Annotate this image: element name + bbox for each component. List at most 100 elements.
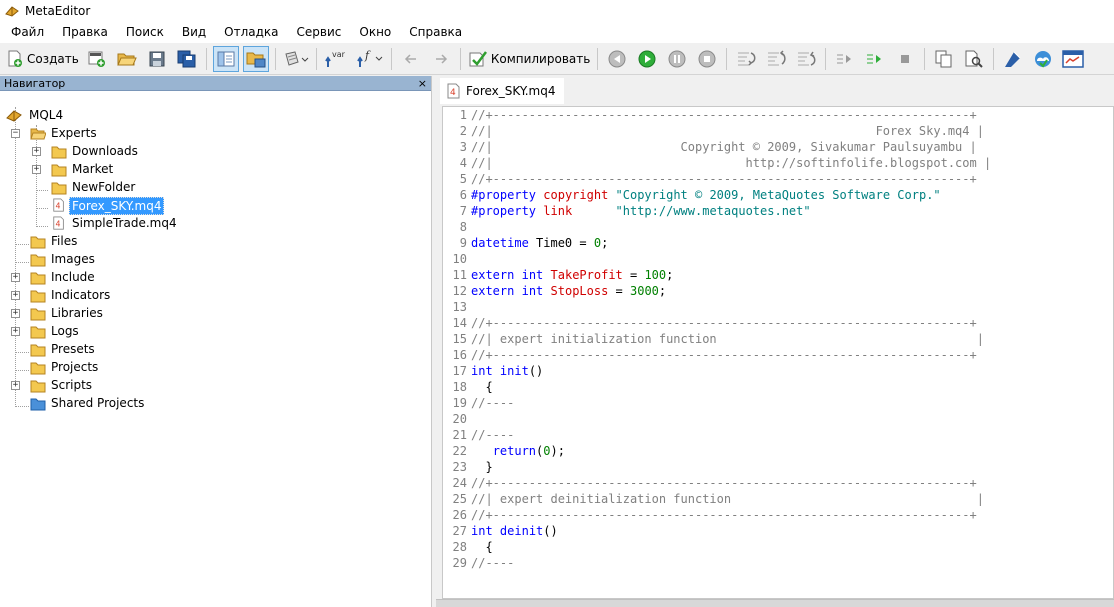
insert-function-button[interactable]: f — [353, 46, 385, 72]
styler-button[interactable] — [282, 46, 310, 72]
compile-button[interactable]: Компилировать — [467, 46, 591, 72]
tree-file-forex-sky[interactable]: 4 Forex_SKY.mq4 — [0, 197, 300, 215]
menu-window[interactable]: Окно — [350, 22, 400, 43]
code-line[interactable]: 20 — [443, 411, 1113, 427]
mql5-community-button[interactable] — [1000, 46, 1026, 72]
code-line[interactable]: 16 //+-----------------------------------… — [443, 347, 1113, 363]
tree-folder-presets[interactable]: Presets — [0, 341, 300, 359]
forward-button[interactable] — [428, 46, 454, 72]
code-line[interactable]: 22 return(0); — [443, 443, 1113, 459]
tree-folder-files[interactable]: Files — [0, 233, 300, 251]
tree-expand-toggle[interactable]: + — [11, 381, 20, 390]
stop-square-icon — [901, 54, 910, 63]
code-line[interactable]: 12 extern int StopLoss = 3000; — [443, 283, 1113, 299]
toggle-toolbox-button[interactable] — [242, 45, 269, 72]
code-line[interactable]: 13 — [443, 299, 1113, 315]
code-line[interactable]: 5 //+------------------------------------… — [443, 171, 1113, 187]
tree-expand-toggle[interactable]: + — [11, 327, 20, 336]
copy-button[interactable] — [931, 46, 957, 72]
tree-folder-newfolder[interactable]: NewFolder — [0, 179, 300, 197]
tree-folder-indicators[interactable]: + Indicators — [0, 287, 300, 305]
line-number: 1 — [459, 108, 467, 122]
tree-expand-toggle[interactable]: + — [32, 147, 41, 156]
tree-folder-images[interactable]: Images — [0, 251, 300, 269]
code-line[interactable]: 7 #property link "http://www.metaquotes.n… — [443, 203, 1113, 219]
tree-folder-experts[interactable]: − Experts — [0, 125, 300, 143]
tree-folder-scripts[interactable]: + Scripts — [0, 377, 300, 395]
storage-button[interactable] — [1030, 46, 1056, 72]
code-line[interactable]: 8 — [443, 219, 1113, 235]
menu-file[interactable]: Файл — [2, 22, 53, 43]
tree-root-mql4[interactable]: MQL4 — [0, 107, 300, 125]
code-line[interactable]: 11 extern int TakeProfit = 100; — [443, 267, 1113, 283]
breakpoint-button[interactable] — [892, 46, 918, 72]
code-line[interactable]: 27 int deinit() — [443, 523, 1113, 539]
tree-expand-toggle[interactable]: + — [32, 165, 41, 174]
line-number: 16 — [452, 348, 467, 362]
code-line[interactable]: 18 { — [443, 379, 1113, 395]
code-editor[interactable]: 1 //+------------------------------------… — [442, 106, 1114, 599]
tree-expand-toggle[interactable]: + — [11, 309, 20, 318]
code-line[interactable]: 1 //+------------------------------------… — [443, 107, 1113, 123]
menu-debug[interactable]: Отладка — [215, 22, 287, 43]
menu-search[interactable]: Поиск — [117, 22, 173, 43]
run-to-cursor-button[interactable] — [832, 46, 858, 72]
menu-view[interactable]: Вид — [173, 22, 215, 43]
stop-button[interactable] — [694, 46, 720, 72]
toolbar-separator — [315, 47, 317, 70]
back-button[interactable] — [398, 46, 424, 72]
code-line[interactable]: 2 //| Forex Sky.mq4 | — [443, 123, 1113, 139]
code-line[interactable]: 25 //| expert deinitialization function | — [443, 491, 1113, 507]
menu-tools[interactable]: Сервис — [288, 22, 351, 43]
open-button[interactable] — [114, 46, 140, 72]
tree-folder-include[interactable]: + Include — [0, 269, 300, 287]
code-line[interactable]: 9 datetime Time0 = 0; — [443, 235, 1113, 251]
preview-button[interactable] — [961, 46, 987, 72]
step-over-button[interactable] — [763, 46, 789, 72]
tree-folder-downloads[interactable]: + Downloads — [0, 143, 300, 161]
step-out-button[interactable] — [793, 46, 819, 72]
continue-button[interactable] — [862, 46, 888, 72]
code-line[interactable]: 15 //| expert initialization function | — [443, 331, 1113, 347]
code-line[interactable]: 26 //+-----------------------------------… — [443, 507, 1113, 523]
tree-expand-toggle[interactable]: + — [11, 273, 20, 282]
save-all-button[interactable] — [174, 46, 200, 72]
code-line[interactable]: 10 — [443, 251, 1113, 267]
editor-bottom-scrollbar[interactable] — [436, 599, 1114, 607]
code-line[interactable]: 28 { — [443, 539, 1113, 555]
tree-folder-projects[interactable]: Projects — [0, 359, 300, 377]
tree-folder-shared-projects[interactable]: Shared Projects — [0, 395, 300, 413]
code-line[interactable]: 19 //---- — [443, 395, 1113, 411]
tree-folder-market[interactable]: + Market — [0, 161, 300, 179]
pause-button[interactable] — [664, 46, 690, 72]
code-line[interactable]: 21 //---- — [443, 427, 1113, 443]
line-number: 18 — [452, 380, 467, 394]
code-line[interactable]: 23 } — [443, 459, 1113, 475]
tree-collapse-toggle[interactable]: − — [11, 129, 20, 138]
code-line[interactable]: 6 #property copyright "Copyright © 2009, … — [443, 187, 1113, 203]
code-line[interactable]: 4 //| http://softinfolife.blogspot.com | — [443, 155, 1113, 171]
insert-variable-button[interactable]: var — [323, 46, 349, 72]
tree-file-simpletrade[interactable]: 4 SimpleTrade.mq4 — [0, 215, 300, 233]
code-line[interactable]: 24 //+-----------------------------------… — [443, 475, 1113, 491]
code-line[interactable]: 3 //| Copyright © 2009, Sivakumar Paulsuy… — [443, 139, 1113, 155]
tree-folder-libraries[interactable]: + Libraries — [0, 305, 300, 323]
toggle-navigator-button[interactable] — [212, 45, 239, 72]
tab-forex-sky[interactable]: 4 Forex_SKY.mq4 — [440, 78, 565, 104]
menu-help[interactable]: Справка — [400, 22, 471, 43]
tree-folder-logs[interactable]: + Logs — [0, 323, 300, 341]
save-button[interactable] — [144, 46, 170, 72]
menu-edit[interactable]: Правка — [53, 22, 117, 43]
step-back-button[interactable] — [604, 46, 630, 72]
create-button[interactable]: Создать — [5, 46, 80, 72]
new-project-button[interactable] — [84, 46, 110, 72]
code-line[interactable]: 29 //---- — [443, 555, 1113, 571]
start-debug-button[interactable] — [634, 46, 660, 72]
code-line[interactable]: 14 //+-----------------------------------… — [443, 315, 1113, 331]
terminal-button[interactable] — [1060, 46, 1086, 72]
tree-expand-toggle[interactable]: + — [11, 291, 20, 300]
save-icon — [149, 51, 165, 66]
step-into-button[interactable] — [733, 46, 759, 72]
code-line[interactable]: 17 int init() — [443, 363, 1113, 379]
navigator-close-button[interactable]: × — [418, 77, 427, 90]
